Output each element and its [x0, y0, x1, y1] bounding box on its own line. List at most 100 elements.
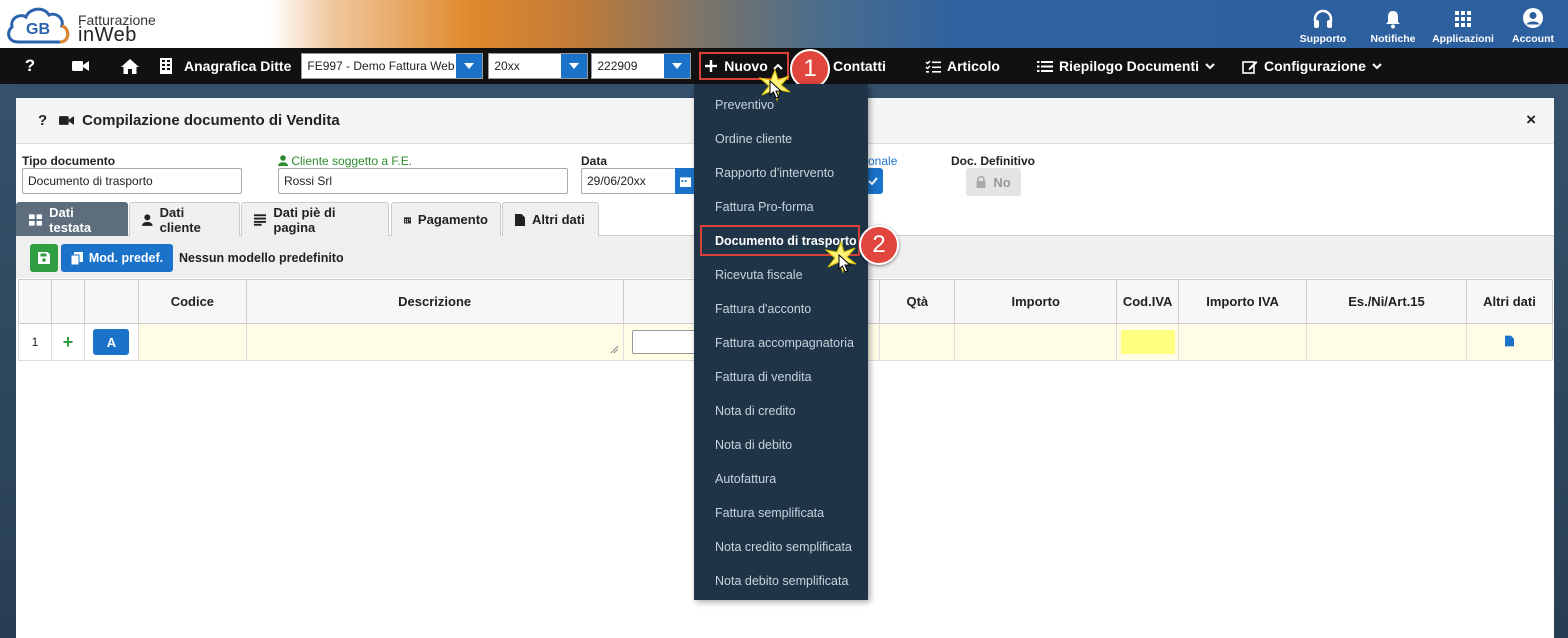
mod-predef-button[interactable]: Mod. predef. — [61, 244, 173, 272]
close-button[interactable]: × — [1526, 110, 1536, 130]
cliente-input[interactable]: Rossi Srl — [278, 168, 568, 194]
tab-dati-pie-label: Dati piè di pagina — [273, 204, 336, 235]
video-camera-icon — [71, 61, 89, 71]
tab-altri-dati[interactable]: Altri dati — [502, 202, 599, 236]
configurazione-button[interactable]: Configurazione — [1232, 48, 1392, 84]
doc-definitivo-value: No — [993, 174, 1011, 190]
menu-item-nota-credito[interactable]: Nota di credito — [694, 394, 868, 428]
cliente-value: Rossi Srl — [284, 174, 333, 188]
col-header-codice: Codice — [137, 279, 247, 324]
tab-dati-cliente-label: Dati cliente — [159, 204, 201, 235]
tab-pagamento[interactable]: Pagamento — [391, 202, 501, 236]
cell-cod-iva[interactable] — [1116, 323, 1180, 361]
menu-item-fattura-acconto[interactable]: Fattura d'acconto — [694, 292, 868, 326]
anagrafica-ditte-button[interactable]: Anagrafica Ditte — [160, 48, 295, 84]
col-header-qta: Qtà — [879, 279, 956, 324]
chevron-down-icon — [1372, 62, 1382, 69]
tipo-documento-input[interactable]: Documento di trasporto — [22, 168, 242, 194]
row-index: 1 — [18, 323, 52, 361]
row-add-button[interactable]: + — [50, 323, 85, 361]
table-icon — [29, 213, 43, 226]
cell-importo[interactable] — [954, 323, 1118, 361]
user-circle-icon — [1523, 8, 1543, 28]
cell-esenzione[interactable] — [1306, 323, 1467, 361]
check-icon — [867, 177, 878, 185]
supporto-button[interactable]: Supporto — [1288, 0, 1358, 48]
cursor-icon — [769, 80, 783, 99]
mod-predef-label: Mod. predef. — [88, 251, 164, 265]
cod-iva-input[interactable] — [1120, 330, 1175, 354]
code-select[interactable]: 222909 — [591, 53, 692, 79]
step-badge-2: 2 — [859, 225, 899, 265]
home-icon — [121, 58, 139, 74]
cell-importo-iva — [1178, 323, 1308, 361]
doc-definitivo-label: Doc. Definitivo — [951, 154, 1036, 168]
calendar-button[interactable] — [675, 168, 695, 194]
menu-item-fattura-accompagnatoria[interactable]: Fattura accompagnatoria — [694, 326, 868, 360]
app-logo[interactable]: GB Fatturazione inWeb — [4, 2, 184, 46]
video-camera-icon[interactable] — [59, 115, 75, 126]
home-button[interactable] — [100, 48, 160, 84]
applicazioni-button[interactable]: Applicazioni — [1428, 0, 1498, 48]
panel-help-button[interactable]: ? — [38, 112, 47, 129]
menu-item-nota-debito-semplificata[interactable]: Nota debito semplificata — [694, 564, 868, 598]
headset-icon — [1313, 9, 1333, 28]
notifiche-button[interactable]: Notifiche — [1358, 0, 1428, 48]
copy-icon — [70, 251, 83, 265]
menu-item-fattura-semplificata[interactable]: Fattura semplificata — [694, 496, 868, 530]
col-header-importo-iva: Importo IVA — [1178, 279, 1308, 324]
tab-dati-testata[interactable]: Dati testata — [16, 202, 128, 236]
file-icon[interactable] — [1504, 335, 1514, 347]
um-input[interactable] — [631, 330, 702, 354]
anagrafica-ditte-label: Anagrafica Ditte — [184, 58, 292, 74]
lock-icon — [976, 176, 986, 188]
data-value: 29/06/20xx — [587, 174, 646, 188]
help-button[interactable]: ? — [0, 48, 60, 84]
company-select[interactable]: FE997 - Demo Fattura Web — [301, 53, 484, 79]
video-button[interactable] — [60, 48, 100, 84]
menu-item-fattura-vendita[interactable]: Fattura di vendita — [694, 360, 868, 394]
tab-pagamento-label: Pagamento — [417, 212, 488, 227]
tab-dati-cliente[interactable]: Dati cliente — [129, 202, 240, 236]
cursor-icon — [838, 254, 852, 273]
tab-dati-pie-di-pagina[interactable]: Dati piè di pagina — [241, 202, 389, 236]
user-icon — [278, 155, 288, 166]
menu-item-ordine-cliente[interactable]: Ordine cliente — [694, 122, 868, 156]
menu-item-nota-credito-semplificata[interactable]: Nota credito semplificata — [694, 530, 868, 564]
supporto-label: Supporto — [1299, 33, 1347, 45]
calendar-icon — [679, 176, 691, 187]
tipo-documento-value: Documento di trasporto — [28, 174, 153, 188]
code-select-value: 222909 — [597, 59, 638, 73]
doc-definitivo-toggle[interactable]: No — [966, 168, 1021, 196]
svg-text:GB: GB — [26, 21, 50, 38]
background-left — [0, 84, 16, 638]
grid-icon — [1455, 11, 1471, 27]
articolo-button[interactable]: Articolo — [915, 48, 1010, 84]
cell-qta[interactable] — [879, 323, 956, 361]
contatti-button[interactable]: Contatti — [823, 48, 896, 84]
nuovo-dropdown-menu: Preventivo Ordine cliente Rapporto d'int… — [694, 84, 868, 600]
cell-codice[interactable] — [137, 323, 247, 361]
col-header-add — [50, 279, 85, 324]
menu-item-nota-debito[interactable]: Nota di debito — [694, 428, 868, 462]
partial-label: onale — [868, 154, 898, 168]
cell-descrizione[interactable] — [245, 323, 624, 361]
help-label: ? — [24, 56, 36, 75]
bell-icon — [1386, 11, 1400, 29]
account-button[interactable]: Account — [1498, 0, 1568, 48]
row-a-button[interactable]: A — [93, 329, 130, 355]
year-select[interactable]: 20xx — [488, 53, 589, 79]
save-button[interactable] — [30, 244, 58, 272]
row-action-cell: A — [83, 323, 139, 361]
resize-handle-icon[interactable] — [610, 345, 619, 354]
menu-item-autofattura[interactable]: Autofattura — [694, 462, 868, 496]
calendar-icon — [404, 216, 411, 223]
cell-altri-dati[interactable] — [1465, 323, 1554, 361]
chevron-down-icon — [456, 54, 483, 78]
col-header-importo: Importo — [954, 279, 1118, 324]
user-icon — [142, 213, 153, 226]
menu-item-fattura-pro-forma[interactable]: Fattura Pro-forma — [694, 190, 868, 224]
notifiche-label: Notifiche — [1370, 33, 1416, 45]
menu-item-rapporto-intervento[interactable]: Rapporto d'intervento — [694, 156, 868, 190]
riepilogo-documenti-button[interactable]: Riepilogo Documenti — [1027, 48, 1225, 84]
